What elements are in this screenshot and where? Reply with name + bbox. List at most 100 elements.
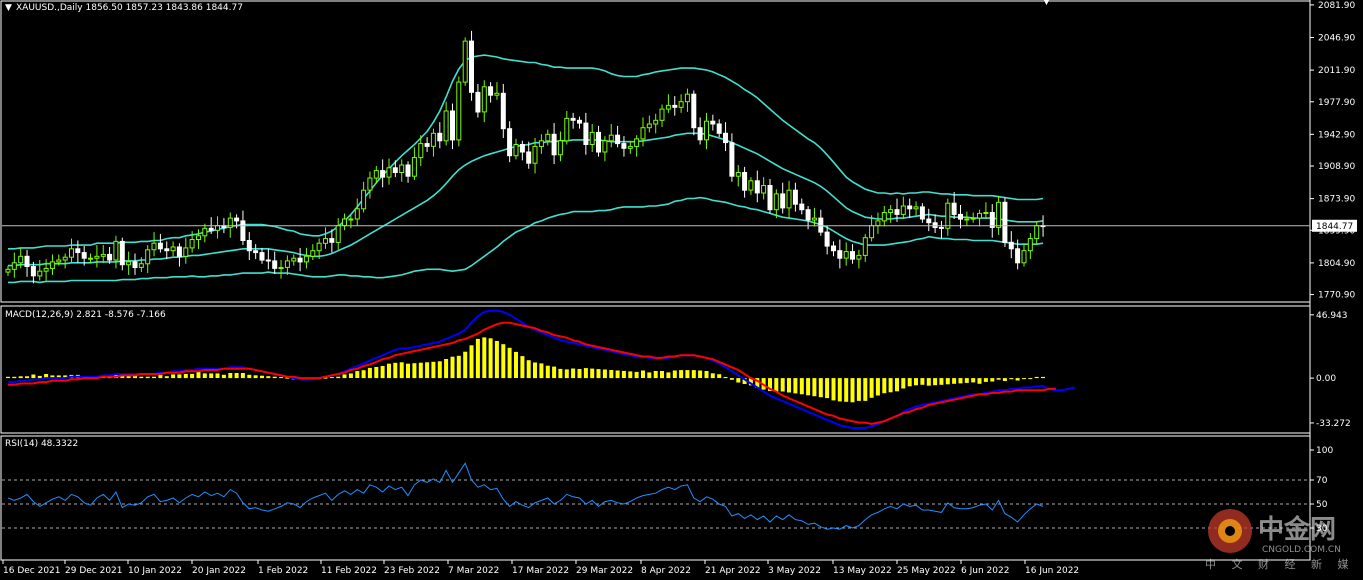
macd-histogram-bar [183,373,188,379]
candle-bear [475,91,481,113]
candle-bull [862,237,868,256]
candle-bear [164,248,170,252]
candle-bull [196,235,201,241]
candle-bear [767,185,773,211]
macd-histogram-bar [844,378,849,402]
macd-histogram-bar [609,370,614,379]
time-tick-label: 6 Jun 2022 [961,566,1009,576]
time-tick-label: 16 Dec 2021 [3,566,61,576]
macd-histogram-bar [901,378,906,389]
candle-bear [81,252,87,259]
candle-bull [678,101,684,108]
macd-histogram-bar [958,378,963,384]
candle-bull [183,247,189,257]
candle-bull [970,217,976,220]
chart-shift-icon[interactable]: ▼ [1043,0,1050,7]
macd-histogram-bar [602,369,607,379]
macd-histogram-bar [520,356,525,379]
symbol-arrow-icon[interactable]: ▼ [5,3,12,13]
macd-tick-label: -33.272 [1316,419,1351,429]
macd-histogram-bar [577,369,582,379]
candle-bear [716,123,722,134]
candle-bull [627,145,633,149]
candle-bull [481,86,487,113]
macd-histogram-bar [812,378,817,397]
rsi-tick-label: 50 [1316,500,1328,510]
candle-bear [469,40,474,93]
macd-histogram-bar [374,367,379,379]
macd-histogram-bar [717,374,722,378]
macd-histogram-bar [228,373,233,379]
macd-histogram-bar [926,378,931,386]
macd-histogram-bar [621,370,626,378]
candle-bull [557,140,563,156]
price-tick-label: 2081.90 [1318,1,1355,11]
macd-histogram-bar [653,371,658,379]
candle-bull [811,217,817,221]
candle-bull [367,177,373,191]
macd-title: MACD(12,26,9) 2.821 -8.576 -7.166 [5,310,166,320]
candle-bull [323,238,328,244]
macd-histogram-bar [736,378,741,383]
candle-bear [437,132,443,142]
candle-bear [958,213,963,220]
candle-bear [500,92,506,130]
macd-histogram-bar [837,378,842,402]
candle-bear [1008,241,1014,250]
candle-bear [824,231,830,247]
candle-bear [519,144,525,153]
candle-bear [932,222,938,229]
candle-bull [310,250,316,257]
candle-bear [850,251,855,260]
macd-histogram-bar [190,373,195,379]
macd-histogram-bar [240,373,245,379]
macd-histogram-bar [1015,378,1020,381]
macd-histogram-bar [691,370,696,379]
price-tick-label: 1873.90 [1318,195,1355,205]
candle-bull [69,248,74,258]
macd-histogram-bar [628,371,633,379]
candle-bull [856,254,862,260]
candle-bull [735,172,741,177]
candle-bull [704,120,709,141]
candle-bear [380,170,386,178]
macd-histogram-bar [361,370,366,379]
time-tick-label: 7 Mar 2022 [448,566,499,576]
candle-bear [1015,248,1021,264]
price-tick-label: 1908.90 [1318,162,1355,172]
candle-bull [608,134,614,142]
price-tick-label: 1942.90 [1318,130,1355,140]
candle-bear [754,180,760,194]
time-tick-label: 20 Jan 2022 [192,566,246,576]
candle-bull [443,110,449,142]
macd-histogram-bar [18,376,23,379]
time-tick-label: 17 Mar 2022 [512,566,569,576]
macd-histogram-bar [723,377,728,379]
price-tick-label: 2011.90 [1318,66,1355,76]
symbol-info: XAUUSD.,Daily 1856.50 1857.23 1843.86 18… [16,3,243,13]
candle-bear [234,217,240,222]
macd-histogram-bar [463,351,468,379]
macd-histogram-bar [590,368,595,379]
candle-bull [151,242,157,251]
candle-bull [659,108,665,121]
time-tick-label: 8 Apr 2022 [641,566,691,576]
candle-bull [49,261,55,269]
rsi-pane-frame [0,435,1311,561]
candle-bull [56,259,62,263]
candle-bull [202,227,208,237]
macd-histogram-bar [253,375,258,379]
macd-histogram-bar [634,371,639,379]
candle-bull [189,239,195,249]
candle-bear [596,131,601,153]
candle-bear [697,127,703,141]
macd-histogram-bar [196,372,201,379]
macd-histogram-bar [863,378,868,401]
macd-histogram-bar [425,362,430,379]
macd-histogram-bar [431,361,436,379]
candles [5,30,1046,284]
macd-histogram-bar [825,378,830,399]
candle-bull [18,255,24,264]
macd-histogram-bar [945,378,950,385]
time-tick-label: 3 May 2022 [768,566,821,576]
